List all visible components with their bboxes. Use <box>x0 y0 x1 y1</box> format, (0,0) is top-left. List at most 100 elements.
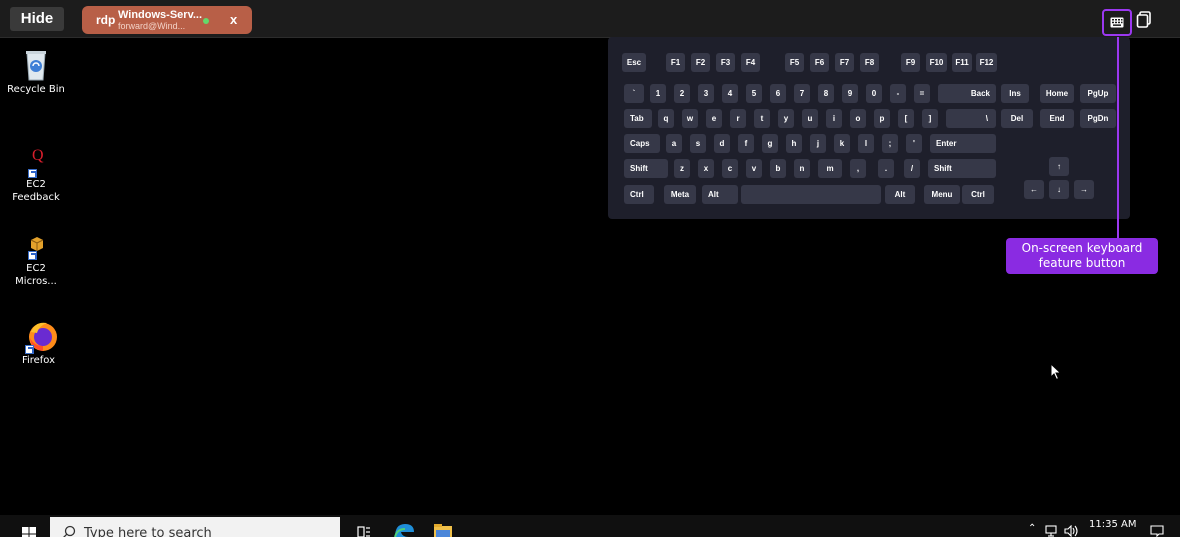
key-f2[interactable]: F2 <box>691 53 710 72</box>
system-clock[interactable]: 11:35 AM <box>1089 519 1136 530</box>
key-slash[interactable]: / <box>904 159 920 178</box>
key-arrow-right[interactable]: → <box>1074 180 1094 199</box>
key-right-ctrl[interactable]: Ctrl <box>962 185 994 204</box>
key-left-alt[interactable]: Alt <box>702 185 738 204</box>
key-g[interactable]: g <box>762 134 778 153</box>
key-l[interactable]: l <box>858 134 874 153</box>
key-f[interactable]: f <box>738 134 754 153</box>
key-q[interactable]: q <box>658 109 674 128</box>
key-j[interactable]: j <box>810 134 826 153</box>
key-f1[interactable]: F1 <box>666 53 685 72</box>
key-f7[interactable]: F7 <box>835 53 854 72</box>
key-f5[interactable]: F5 <box>785 53 804 72</box>
key-f12[interactable]: F12 <box>976 53 997 72</box>
key-3[interactable]: 3 <box>698 84 714 103</box>
desktop-icon-ec2-micros[interactable]: EC2 Micros... <box>1 232 71 288</box>
key-arrow-up[interactable]: ↑ <box>1049 157 1069 176</box>
key-end[interactable]: End <box>1040 109 1074 128</box>
clipboard-button[interactable] <box>1136 11 1152 29</box>
key-v[interactable]: v <box>746 159 762 178</box>
key-backspace[interactable]: Back <box>938 84 996 103</box>
desktop-icon-recycle-bin[interactable]: Recycle Bin <box>1 47 71 96</box>
key-5[interactable]: 5 <box>746 84 762 103</box>
show-hidden-icons-icon[interactable]: ⌃ <box>1028 523 1036 534</box>
key-4[interactable]: 4 <box>722 84 738 103</box>
key-right-shift[interactable]: Shift <box>928 159 996 178</box>
key-left-bracket[interactable]: [ <box>898 109 914 128</box>
key-k[interactable]: k <box>834 134 850 153</box>
key-f11[interactable]: F11 <box>952 53 972 72</box>
key-i[interactable]: i <box>826 109 842 128</box>
key-o[interactable]: o <box>850 109 866 128</box>
key-period[interactable]: . <box>878 159 894 178</box>
key-b[interactable]: b <box>770 159 786 178</box>
on-screen-keyboard-button[interactable] <box>1102 9 1132 36</box>
key-n[interactable]: n <box>794 159 810 178</box>
key-d[interactable]: d <box>714 134 730 153</box>
file-explorer-icon[interactable] <box>433 524 453 537</box>
key-1[interactable]: 1 <box>650 84 666 103</box>
key-semicolon[interactable]: ; <box>882 134 898 153</box>
key-quote[interactable]: ' <box>906 134 922 153</box>
key-right-bracket[interactable]: ] <box>922 109 938 128</box>
task-view-icon[interactable] <box>357 525 371 537</box>
key-pagedown[interactable]: PgDn <box>1080 109 1116 128</box>
key-arrow-down[interactable]: ↓ <box>1049 180 1069 199</box>
key-t[interactable]: t <box>754 109 770 128</box>
key-pageup[interactable]: PgUp <box>1080 84 1116 103</box>
hide-button[interactable]: Hide <box>10 7 64 31</box>
key-f3[interactable]: F3 <box>716 53 735 72</box>
key-h[interactable]: h <box>786 134 802 153</box>
key-backslash[interactable]: \ <box>946 109 996 128</box>
windows-start-icon[interactable] <box>22 527 36 537</box>
key-f8[interactable]: F8 <box>860 53 879 72</box>
key-7[interactable]: 7 <box>794 84 810 103</box>
edge-browser-icon[interactable] <box>393 523 415 537</box>
key-0[interactable]: 0 <box>866 84 882 103</box>
key-menu[interactable]: Menu <box>924 185 960 204</box>
desktop-icon-ec2-feedback[interactable]: Q EC2 Feedback <box>1 142 71 204</box>
key-enter[interactable]: Enter <box>930 134 996 153</box>
desktop-icon-firefox[interactable]: Firefox <box>6 318 76 367</box>
key-esc[interactable]: Esc <box>622 53 646 72</box>
key-arrow-left[interactable]: ← <box>1024 180 1044 199</box>
key-e[interactable]: e <box>706 109 722 128</box>
key-z[interactable]: z <box>674 159 690 178</box>
key-backtick[interactable]: ` <box>624 84 644 103</box>
key-y[interactable]: y <box>778 109 794 128</box>
key-2[interactable]: 2 <box>674 84 690 103</box>
key-a[interactable]: a <box>666 134 682 153</box>
key-8[interactable]: 8 <box>818 84 834 103</box>
close-session-button[interactable]: x <box>230 12 237 27</box>
key-caps-lock[interactable]: Caps <box>624 134 660 153</box>
key-9[interactable]: 9 <box>842 84 858 103</box>
key-equals[interactable]: = <box>914 84 930 103</box>
key-tab[interactable]: Tab <box>624 109 652 128</box>
network-icon[interactable] <box>1045 525 1059 537</box>
key-f6[interactable]: F6 <box>810 53 829 72</box>
key-c[interactable]: c <box>722 159 738 178</box>
key-minus[interactable]: - <box>890 84 906 103</box>
key-left-shift[interactable]: Shift <box>624 159 668 178</box>
notifications-icon[interactable] <box>1150 525 1164 537</box>
key-space[interactable] <box>741 185 881 204</box>
key-home[interactable]: Home <box>1040 84 1074 103</box>
key-r[interactable]: r <box>730 109 746 128</box>
key-x[interactable]: x <box>698 159 714 178</box>
taskbar-search-input[interactable]: Type here to search <box>50 517 340 537</box>
key-m[interactable]: m <box>818 159 842 178</box>
key-f9[interactable]: F9 <box>901 53 920 72</box>
key-f10[interactable]: F10 <box>926 53 947 72</box>
key-u[interactable]: u <box>802 109 818 128</box>
key-insert[interactable]: Ins <box>1001 84 1029 103</box>
key-w[interactable]: w <box>682 109 698 128</box>
key-left-ctrl[interactable]: Ctrl <box>624 185 654 204</box>
key-6[interactable]: 6 <box>770 84 786 103</box>
key-meta[interactable]: Meta <box>664 185 696 204</box>
key-s[interactable]: s <box>690 134 706 153</box>
key-delete[interactable]: Del <box>1001 109 1033 128</box>
volume-icon[interactable] <box>1064 525 1080 537</box>
session-tab[interactable]: rdp Windows-Serv... forward@Wind... x <box>82 6 252 34</box>
key-comma[interactable]: , <box>850 159 866 178</box>
key-p[interactable]: p <box>874 109 890 128</box>
